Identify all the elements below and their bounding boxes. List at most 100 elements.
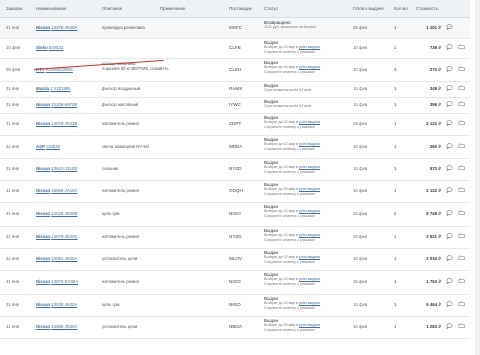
pickup-point-link[interactable]: point выдачи	[299, 277, 320, 281]
pickup-point-link[interactable]: point выдачи	[299, 323, 320, 327]
return-icon[interactable]	[458, 233, 465, 239]
currency-symbol: ₽	[438, 121, 441, 126]
table-row[interactable]: 31 янв Nissan 13085-JK20A успокоитель цепи…	[0, 316, 470, 339]
comment-icon[interactable]	[446, 120, 453, 126]
comment-icon[interactable]	[446, 44, 453, 50]
brand-link[interactable]: Nissan	[36, 188, 50, 193]
return-icon[interactable]	[458, 301, 465, 307]
comment-icon[interactable]	[446, 165, 453, 171]
table-row[interactable]: 10 фев Sinko 920523 CLFB Выдан Возврат до 04…	[0, 38, 470, 59]
status-detail-text: Возврат до 02 мар в	[264, 120, 298, 124]
pickup-point-link[interactable]: point выдачи	[299, 142, 320, 146]
comment-icon[interactable]	[446, 278, 453, 284]
brand-link[interactable]: ASP	[36, 144, 45, 149]
col-description[interactable]: Описание	[102, 6, 122, 11]
table-row[interactable]: 31 янв Nissan 13270-JK20A прокладка резино…	[0, 18, 470, 39]
table-row[interactable]: 31 янв Nissan 13070-JK20C натяжитель ремня…	[0, 226, 470, 249]
comment-icon[interactable]	[446, 187, 453, 193]
pickup-point-link[interactable]: point выдачи	[299, 65, 320, 69]
cost-amount: 572	[429, 166, 438, 171]
part-number-link[interactable]: 13085-JK20A	[51, 324, 77, 329]
table-row[interactable]: 31 янв Nissan 13028-JK20B цепь грм NIGO Выда…	[0, 202, 470, 227]
part-number-link[interactable]: 13270-JK20A	[51, 25, 77, 30]
brand-link[interactable]: Nissan	[36, 25, 50, 30]
part-number-link[interactable]: 15208-65F0E	[51, 102, 77, 107]
part-number-link[interactable]: 13070-EY00A	[51, 279, 78, 284]
part-number-link[interactable]: CM539	[46, 144, 60, 149]
return-icon[interactable]	[458, 255, 465, 261]
quantity: 1	[394, 144, 397, 149]
pickup-point-link[interactable]: point выдачи	[299, 209, 320, 213]
table-row[interactable]: 31 янв Nissan 13091-JK20A успокоитель цепи…	[0, 248, 470, 271]
part-number-link[interactable]: 15066-JA10A	[51, 188, 77, 193]
col-ordered[interactable]: Заказан	[6, 6, 22, 11]
brand-link[interactable]: Mazda	[36, 86, 49, 91]
brand-link[interactable]: Nissan	[36, 279, 50, 284]
brand-link[interactable]: Nissan	[36, 102, 50, 107]
comment-icon[interactable]	[446, 233, 453, 239]
status-detail-text: Срок возврата истёк 24 фев	[264, 88, 311, 92]
return-icon[interactable]	[458, 187, 465, 193]
comment-icon[interactable]	[446, 301, 453, 307]
col-cost[interactable]: Стоимость	[416, 6, 438, 11]
comment-icon[interactable]	[446, 210, 453, 216]
return-icon[interactable]	[458, 66, 465, 72]
comments-icon[interactable]	[446, 24, 453, 30]
table-row[interactable]: 31 янв Mazda 2 1321886 фильтр воздушный RAM…	[0, 81, 470, 98]
return-icon[interactable]	[458, 165, 465, 171]
return-icon[interactable]	[458, 210, 465, 216]
part-number-link[interactable]: 13070-JK20C	[51, 234, 77, 239]
col-ready[interactable]: Готов к выдаче	[353, 6, 384, 11]
brand-link[interactable]: Nissan	[36, 324, 50, 329]
part-number-link[interactable]: 13610-31U00	[51, 166, 77, 171]
part-number-link[interactable]: 13091-JK20A	[51, 256, 77, 261]
table-row[interactable]: 31 янв ASP CM539 свеча зажигания NV-sel MDB…	[0, 135, 470, 159]
pickup-point-link[interactable]: point выдачи	[299, 255, 320, 259]
brand-link[interactable]: Nissan	[36, 121, 50, 126]
col-qty[interactable]: Кол-во	[394, 6, 408, 11]
comment-icon[interactable]	[446, 143, 453, 149]
table-row[interactable]: 31 янв Nissan 13070-JK21B натяжитель ремня…	[0, 113, 470, 136]
table-row[interactable]: 31 янв Nissan 13070-EY00A натяжитель ремня…	[0, 270, 470, 295]
part-number-link[interactable]: 2 1321886	[50, 86, 70, 91]
part-number-link[interactable]: 13070-JK21B	[51, 121, 77, 126]
brand-link[interactable]: Nissan	[36, 234, 50, 239]
part-number-link[interactable]: 13028-JK20B	[51, 211, 77, 216]
packaging-note: Сохраните отметку о упаковке	[264, 169, 315, 174]
return-icon[interactable]	[458, 120, 465, 126]
comment-icon[interactable]	[446, 85, 453, 91]
brand-link[interactable]: Nissan	[36, 211, 50, 216]
brand-link[interactable]: Sinko	[36, 45, 48, 50]
table-row[interactable]: 31 янв Nissan 13610-31U00 сальник NYZD Выдан…	[0, 158, 470, 181]
pickup-point-link[interactable]: point выдачи	[299, 45, 320, 49]
pickup-point-link[interactable]: point выдачи	[299, 187, 320, 191]
table-row[interactable]: 31 янв Nissan 13028-JK20A цепь грм NIGO Выда…	[0, 294, 470, 317]
col-supplier[interactable]: Поставщик	[229, 6, 252, 11]
scrollbar[interactable]	[475, 0, 480, 355]
return-icon[interactable]	[458, 85, 465, 91]
comment-icon[interactable]	[446, 255, 453, 261]
brand-link[interactable]: Nissan	[36, 302, 50, 307]
pickup-point-link[interactable]: point выдачи	[299, 120, 320, 124]
table-row[interactable]: 09 февNTY KOSNS19094кольцо сальникапоршн…	[0, 58, 470, 82]
comment-icon[interactable]	[446, 323, 453, 329]
table-row[interactable]: 31 янв Nissan 15066-JA10A натяжитель ремня…	[0, 180, 470, 203]
comment-icon[interactable]	[446, 101, 453, 107]
part-number-link[interactable]: 13028-JK20A	[51, 302, 77, 307]
brand-link[interactable]: Nissan	[36, 256, 50, 261]
return-icon[interactable]	[458, 143, 465, 149]
return-icon[interactable]	[458, 323, 465, 329]
return-icon[interactable]	[458, 278, 465, 284]
pickup-point-link[interactable]: point выдачи	[299, 233, 320, 237]
col-note[interactable]: Примечание	[160, 6, 185, 11]
col-status[interactable]: Статус	[264, 6, 278, 11]
table-row[interactable]: 31 янв Nissan 15208-65F0E фильтр масляный I…	[0, 97, 470, 114]
pickup-point-link[interactable]: point выдачи	[299, 301, 320, 305]
return-icon[interactable]	[458, 101, 465, 107]
comment-icon[interactable]	[446, 66, 453, 72]
pickup-point-link[interactable]: point выдачи	[299, 165, 320, 169]
col-name[interactable]: Наименование	[36, 6, 66, 11]
return-icon[interactable]	[458, 44, 465, 50]
brand-link[interactable]: Nissan	[36, 166, 50, 171]
part-number-link[interactable]: 920523	[49, 45, 63, 50]
